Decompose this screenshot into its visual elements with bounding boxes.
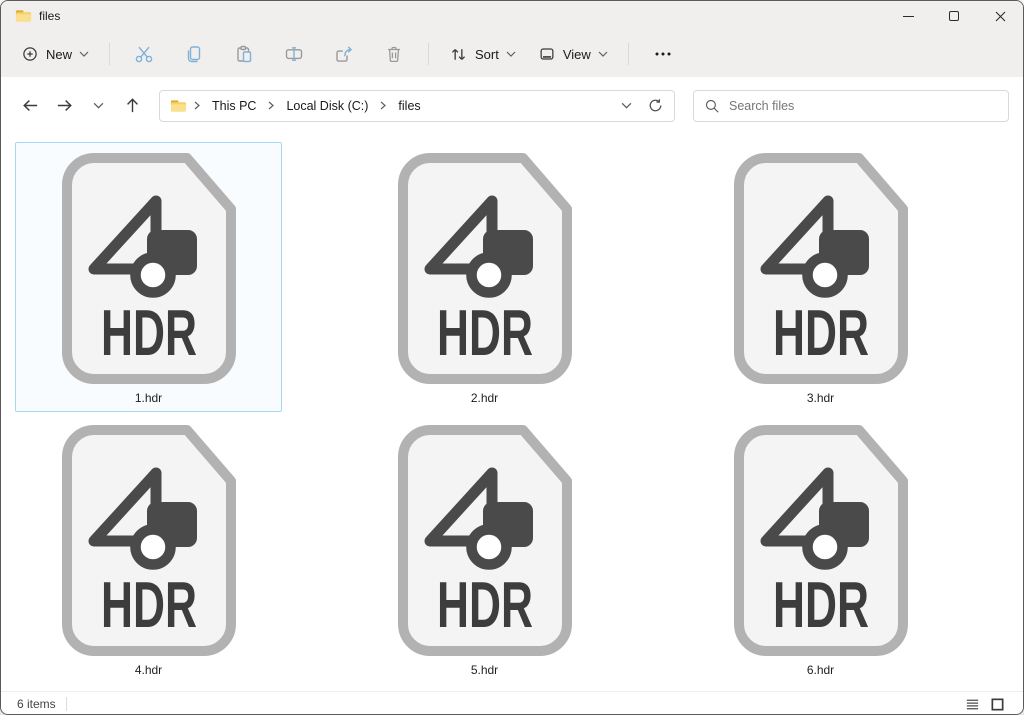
chevron-down-icon	[621, 102, 632, 109]
item-count: 6 items	[11, 697, 62, 711]
arrow-left-icon	[21, 96, 40, 115]
recent-locations-button[interactable]	[83, 91, 113, 121]
sort-button[interactable]: Sort	[441, 39, 524, 70]
breadcrumb-item-files[interactable]: files	[391, 95, 427, 117]
details-view-icon	[965, 697, 980, 712]
svg-text:HDR: HDR	[773, 568, 869, 641]
rename-button[interactable]	[272, 37, 316, 71]
refresh-button[interactable]	[642, 94, 668, 118]
breadcrumb: This PC Local Disk (C:) files	[191, 95, 614, 117]
statusbar-separator	[66, 697, 67, 711]
sort-button-label: Sort	[475, 47, 499, 62]
navigation-bar: This PC Local Disk (C:) files	[1, 77, 1023, 134]
search-icon	[704, 98, 720, 114]
toolbar-separator	[109, 43, 110, 65]
search-input[interactable]	[729, 99, 998, 113]
new-button-label: New	[46, 47, 72, 62]
svg-text:HDR: HDR	[101, 296, 197, 369]
details-view-button[interactable]	[965, 697, 980, 712]
folder-icon	[170, 99, 187, 113]
file-explorer-window: files New	[0, 0, 1024, 715]
file-grid: HDR 1.hdr HDR 2.hdr HDR 3.hdr	[15, 142, 1023, 684]
plus-circle-icon	[21, 45, 39, 63]
close-icon	[995, 11, 1006, 22]
up-button[interactable]	[117, 91, 147, 121]
hdr-file-icon: HDR	[397, 152, 573, 385]
chevron-right-icon	[377, 101, 389, 110]
address-dropdown-button[interactable]	[614, 94, 638, 118]
hdr-file-icon: HDR	[61, 424, 237, 657]
large-icons-view-button[interactable]	[990, 697, 1005, 712]
view-icon	[538, 45, 556, 63]
chevron-down-icon	[598, 51, 608, 57]
forward-button[interactable]	[49, 91, 79, 121]
delete-button[interactable]	[372, 37, 416, 71]
toolbar-separator	[428, 43, 429, 65]
svg-text:HDR: HDR	[437, 568, 533, 641]
breadcrumb-item-local-disk[interactable]: Local Disk (C:)	[279, 95, 375, 117]
file-name: 6.hdr	[807, 663, 834, 677]
search-box	[693, 90, 1009, 122]
address-bar[interactable]: This PC Local Disk (C:) files	[159, 90, 675, 122]
hdr-file-icon: HDR	[733, 152, 909, 385]
view-button-label: View	[563, 47, 591, 62]
command-bar: New	[1, 31, 1023, 77]
file-name: 5.hdr	[471, 663, 498, 677]
file-name: 1.hdr	[135, 391, 162, 405]
file-name: 3.hdr	[807, 391, 834, 405]
file-tile-1[interactable]: HDR 1.hdr	[15, 142, 282, 412]
file-tile-5[interactable]: HDR 5.hdr	[351, 414, 618, 684]
cut-button[interactable]	[122, 37, 166, 71]
paste-icon	[234, 44, 254, 64]
breadcrumb-item-this-pc[interactable]: This PC	[205, 95, 263, 117]
hdr-file-icon: HDR	[397, 424, 573, 657]
large-icons-view-icon	[990, 697, 1005, 712]
svg-text:HDR: HDR	[101, 568, 197, 641]
minimize-button[interactable]	[885, 1, 931, 31]
paste-button[interactable]	[222, 37, 266, 71]
file-tile-6[interactable]: HDR 6.hdr	[687, 414, 954, 684]
hdr-file-icon: HDR	[733, 424, 909, 657]
ellipsis-icon	[653, 44, 673, 64]
close-button[interactable]	[977, 1, 1023, 31]
chevron-down-icon	[79, 51, 89, 57]
chevron-right-icon	[265, 101, 277, 110]
back-button[interactable]	[15, 91, 45, 121]
folder-icon	[15, 9, 32, 23]
chevron-down-icon	[93, 102, 104, 109]
chevron-right-icon	[191, 101, 203, 110]
more-options-button[interactable]	[641, 37, 685, 71]
window-title: files	[39, 9, 60, 23]
view-button[interactable]: View	[530, 39, 616, 69]
refresh-icon	[647, 97, 664, 114]
toolbar-separator	[628, 43, 629, 65]
file-tile-3[interactable]: HDR 3.hdr	[687, 142, 954, 412]
file-list-area: HDR 1.hdr HDR 2.hdr HDR 3.hdr	[1, 134, 1023, 691]
arrow-right-icon	[55, 96, 74, 115]
file-name: 2.hdr	[471, 391, 498, 405]
status-bar: 6 items	[1, 691, 1023, 715]
svg-text:HDR: HDR	[437, 296, 533, 369]
sort-icon	[449, 45, 468, 64]
svg-text:HDR: HDR	[773, 296, 869, 369]
copy-button[interactable]	[172, 37, 216, 71]
file-tile-4[interactable]: HDR 4.hdr	[15, 414, 282, 684]
copy-icon	[184, 44, 204, 64]
new-button[interactable]: New	[13, 39, 97, 69]
trash-icon	[384, 44, 404, 64]
share-icon	[334, 44, 354, 64]
maximize-icon	[949, 11, 959, 21]
hdr-file-icon: HDR	[61, 152, 237, 385]
minimize-icon	[903, 16, 914, 17]
share-button[interactable]	[322, 37, 366, 71]
file-name: 4.hdr	[135, 663, 162, 677]
maximize-button[interactable]	[931, 1, 977, 31]
arrow-up-icon	[123, 96, 142, 115]
title-bar: files	[1, 1, 1023, 31]
rename-icon	[284, 44, 304, 64]
file-tile-2[interactable]: HDR 2.hdr	[351, 142, 618, 412]
cut-icon	[134, 44, 154, 64]
chevron-down-icon	[506, 51, 516, 57]
